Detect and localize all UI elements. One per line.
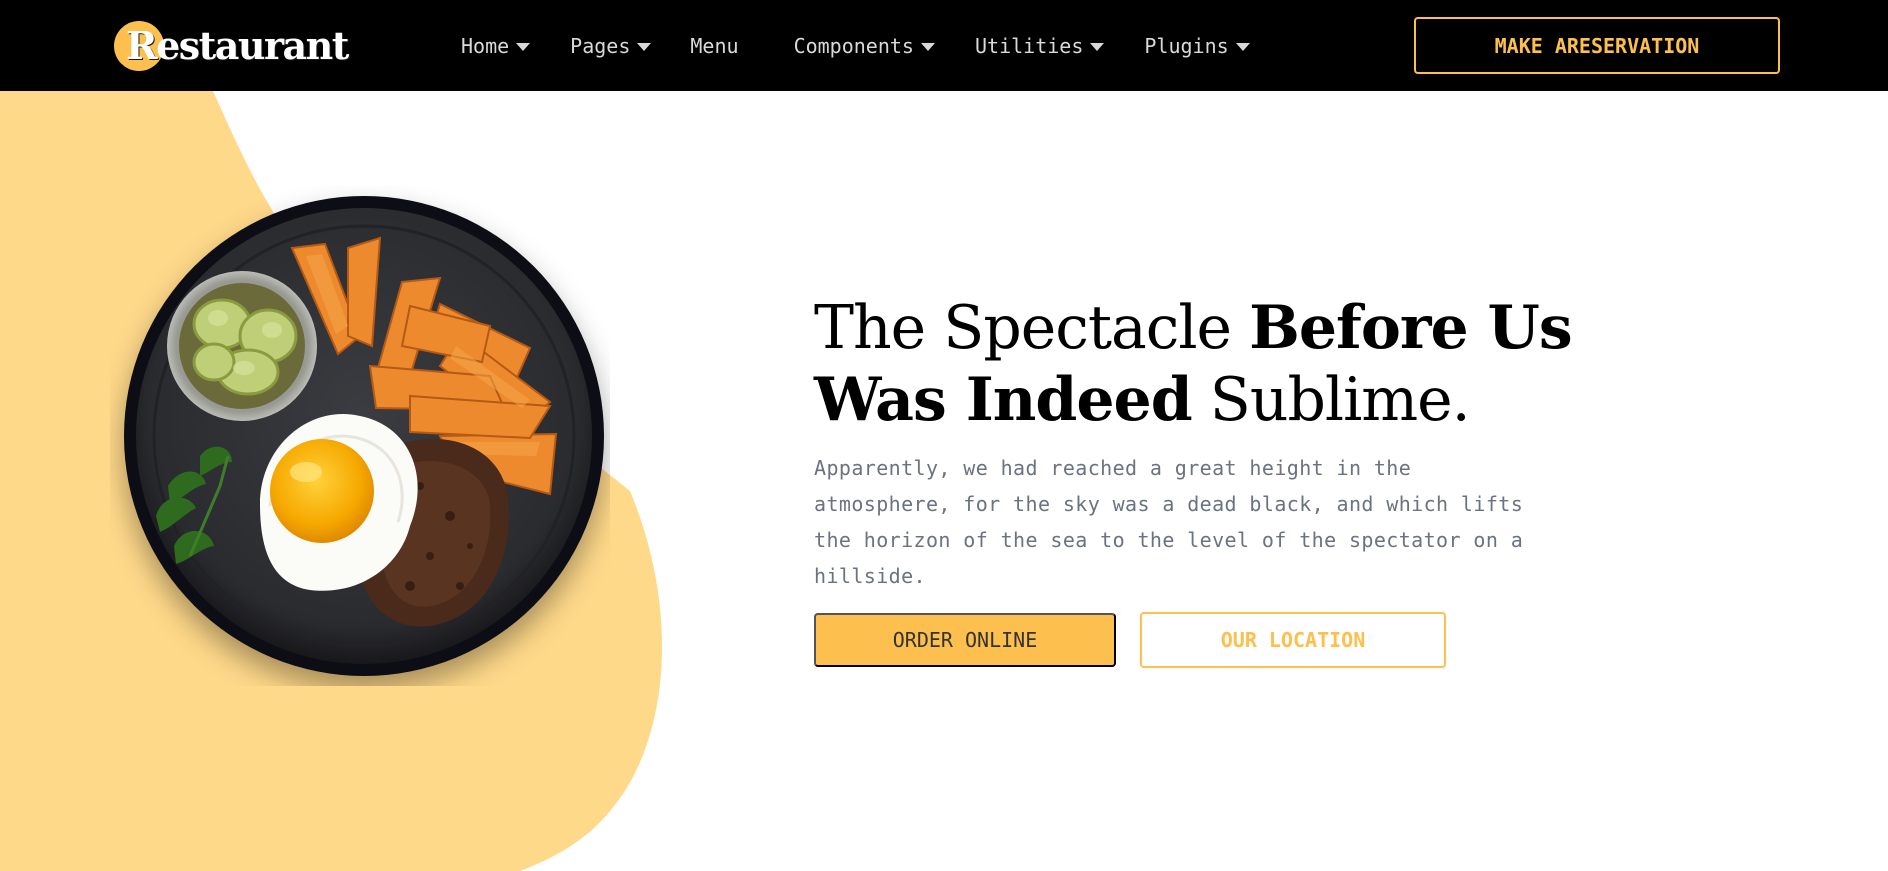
caret-down-icon [920,42,935,51]
nav-item-home[interactable]: Home [461,33,531,58]
caret-down-icon [1235,42,1250,51]
restaurant-logo[interactable]: Restaurant [114,18,349,74]
nav-item-plugins[interactable]: Plugins [1144,33,1250,58]
nav-item-label: Pages [570,33,631,58]
headline-part: The Spectacle [814,293,1250,363]
order-online-button[interactable]: ORDER ONLINE [814,613,1116,667]
caret-down-icon [1090,42,1105,51]
hero-description: Apparently, we had reached a great heigh… [814,456,1524,588]
our-location-button[interactable]: OUR LOCATION [1140,612,1446,668]
hero-content: The Spectacle Before Us Was Indeed Subli… [814,292,1574,594]
main-nav: Home Pages Menu Components Utilities Plu… [461,0,1250,91]
headline-part: Sublime. [1191,365,1471,435]
caret-down-icon [637,42,652,51]
plate-of-food-image [110,186,610,686]
nav-item-pages[interactable]: Pages [570,33,652,58]
hero-headline: The Spectacle Before Us Was Indeed Subli… [814,292,1574,436]
nav-item-label: Home [461,33,510,58]
nav-item-utilities[interactable]: Utilities [974,33,1105,58]
nav-item-label: Menu [690,33,739,58]
caret-down-icon [516,42,531,51]
top-navbar: Restaurant Home Pages Menu Components Ut… [0,0,1888,91]
make-reservation-button[interactable]: MAKE ARESERVATION [1414,17,1780,74]
logo-text: Restaurant [126,23,349,68]
nav-item-label: Components [793,33,914,58]
nav-item-label: Utilities [974,33,1084,58]
headline-part: Before Us [1249,293,1572,363]
nav-item-label: Plugins [1144,33,1229,58]
nav-item-menu[interactable]: Menu [690,34,738,58]
nav-item-components[interactable]: Components [794,34,935,58]
headline-part: Was Indeed [814,365,1193,435]
